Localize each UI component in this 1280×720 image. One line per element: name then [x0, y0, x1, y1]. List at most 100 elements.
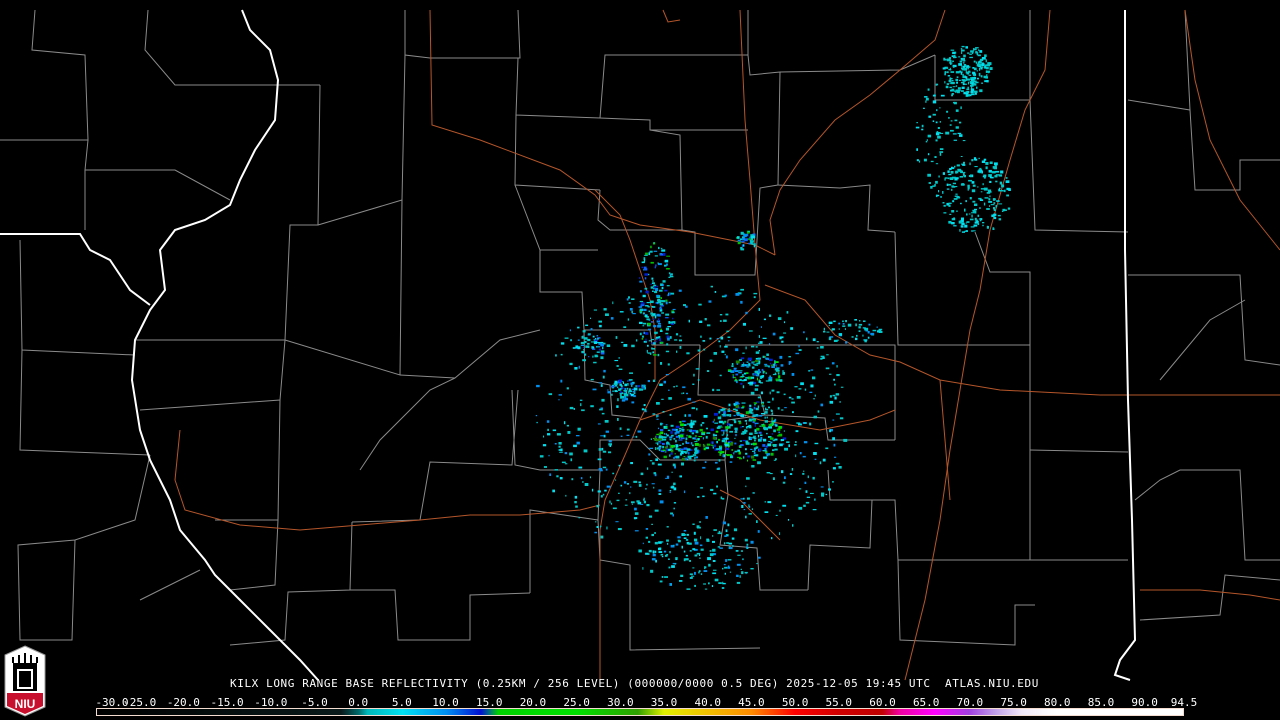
- echo-pixel: [669, 275, 674, 278]
- echo-pixel: [944, 81, 946, 84]
- echo-pixel: [961, 90, 964, 92]
- indiana-border: [1113, 10, 1137, 681]
- echo-pixel: [934, 156, 937, 158]
- echo-pixel: [748, 418, 752, 421]
- echo-pixel: [758, 307, 760, 311]
- echo-pixel: [661, 556, 664, 558]
- echo-pixel: [645, 332, 649, 335]
- echo-pixel: [722, 581, 724, 583]
- echo-pixel: [694, 538, 698, 542]
- echo-pixel: [655, 438, 660, 442]
- echo-pixel: [630, 382, 634, 385]
- echo-pixel: [963, 54, 966, 58]
- echo-pixel: [787, 519, 790, 521]
- echo-pixel: [718, 459, 721, 462]
- echo-pixel: [774, 438, 778, 441]
- echo-pixel: [602, 493, 605, 496]
- echo-pixel: [686, 352, 690, 355]
- echo-pixel: [808, 370, 811, 372]
- echo-pixel: [584, 483, 589, 486]
- echo-pixel: [953, 101, 957, 105]
- echo-pixel: [752, 492, 755, 494]
- echo-pixel: [937, 127, 940, 129]
- echo-pixel: [854, 319, 857, 321]
- echo-pixel: [653, 354, 657, 356]
- echo-pixel: [779, 509, 781, 512]
- echo-pixel: [584, 353, 587, 356]
- echo-pixel: [970, 93, 974, 95]
- echo-pixel: [581, 341, 585, 345]
- echo-pixel: [747, 459, 749, 462]
- echo-pixel: [757, 371, 761, 373]
- echo-pixel: [767, 501, 772, 504]
- echo-pixel: [966, 213, 968, 216]
- echo-pixel: [756, 520, 758, 523]
- echo-pixel: [600, 535, 604, 539]
- echo-pixel: [619, 394, 622, 396]
- echo-pixel: [641, 266, 644, 269]
- echo-pixel: [733, 414, 736, 417]
- echo-pixel: [580, 477, 583, 480]
- echo-pixel: [977, 54, 981, 57]
- echo-pixel: [599, 382, 603, 384]
- echo-pixel: [951, 188, 953, 191]
- echo-pixel: [569, 452, 573, 456]
- echo-pixel: [607, 389, 609, 391]
- echo-pixel: [762, 444, 766, 447]
- echo-pixel: [746, 545, 748, 548]
- echo-pixel: [927, 134, 932, 138]
- echo-pixel: [628, 296, 630, 299]
- county-border: [0, 9, 89, 141]
- echo-pixel: [735, 348, 739, 352]
- echo-pixel: [985, 166, 988, 170]
- echo-pixel: [955, 193, 958, 195]
- echo-pixel: [662, 445, 664, 449]
- echo-pixel: [638, 484, 642, 487]
- echo-pixel: [595, 521, 597, 523]
- echo-pixel: [838, 333, 843, 336]
- echo-pixel: [971, 230, 974, 232]
- echo-pixel: [561, 461, 566, 464]
- echo-pixel: [651, 483, 655, 485]
- echo-pixel: [798, 345, 800, 348]
- echo-pixel: [718, 582, 722, 584]
- echo-pixel: [536, 384, 540, 388]
- echo-pixel: [712, 572, 717, 575]
- echo-pixel: [821, 492, 825, 495]
- echo-pixel: [692, 454, 697, 456]
- echo-pixel: [636, 500, 640, 503]
- echo-pixel: [661, 312, 664, 314]
- echo-pixel: [743, 509, 746, 511]
- echo-pixel: [651, 523, 653, 525]
- echo-pixel: [752, 414, 756, 416]
- echo-pixel: [962, 140, 966, 142]
- echo-pixel: [745, 485, 747, 488]
- echo-pixel: [916, 159, 919, 162]
- echo-pixel: [683, 304, 686, 307]
- echo-pixel: [577, 326, 580, 329]
- echo-pixel: [716, 389, 720, 391]
- echo-pixel: [825, 367, 830, 370]
- echo-pixel: [657, 353, 660, 357]
- echo-pixel: [812, 338, 816, 342]
- echo-pixel: [731, 365, 734, 367]
- echo-pixel: [675, 333, 679, 336]
- echo-pixel: [728, 408, 730, 411]
- echo-pixel: [657, 463, 662, 466]
- echo-pixel: [971, 78, 973, 81]
- echo-pixel: [582, 481, 584, 483]
- county-border: [777, 71, 896, 233]
- echo-pixel: [729, 547, 733, 550]
- echo-pixel: [744, 420, 747, 422]
- echo-pixel: [679, 434, 684, 438]
- echo-pixel: [937, 135, 941, 139]
- echo-pixel: [578, 365, 580, 369]
- echo-pixel: [740, 376, 745, 378]
- echo-pixel: [698, 303, 702, 306]
- echo-pixel: [823, 330, 826, 333]
- echo-pixel: [951, 88, 955, 91]
- echo-pixel: [603, 308, 607, 311]
- echo-pixel: [628, 379, 633, 381]
- echo-pixel: [768, 406, 770, 409]
- echo-pixel: [953, 139, 957, 141]
